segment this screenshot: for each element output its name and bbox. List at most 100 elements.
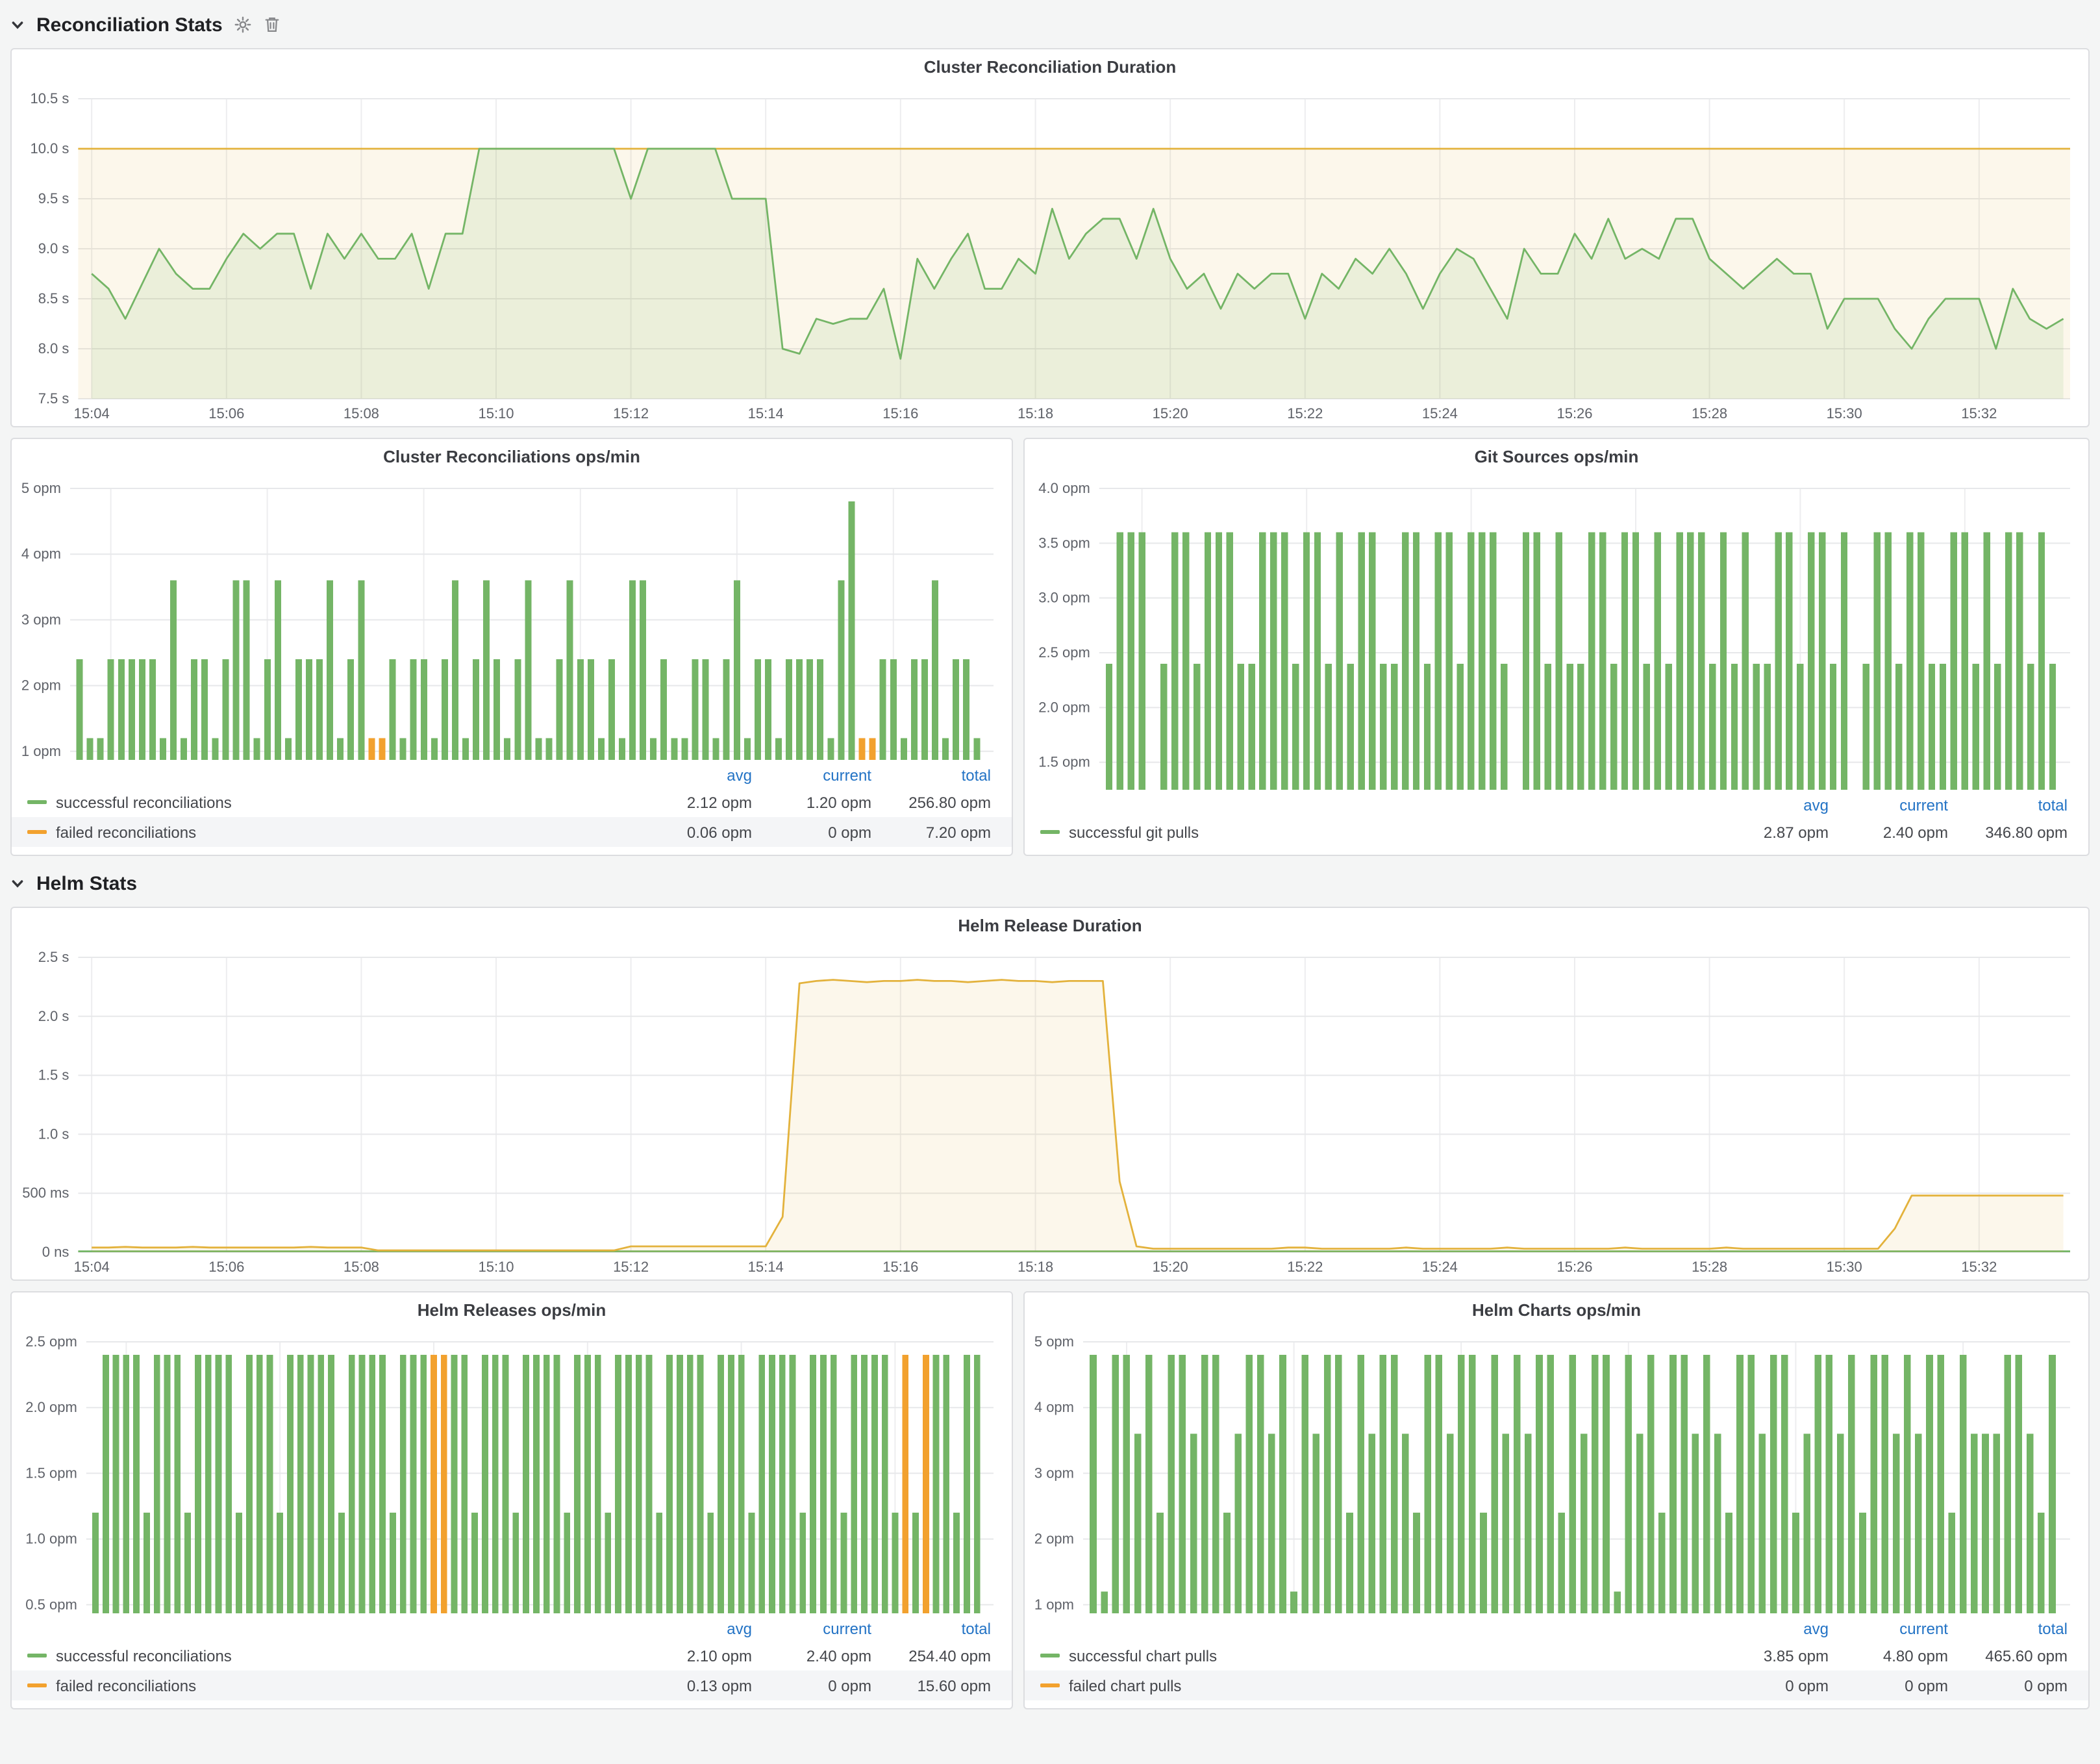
series-color-swatch [27,800,47,804]
trash-icon[interactable] [264,16,281,34]
svg-text:15:20: 15:20 [1153,1259,1188,1275]
legend-row: successful chart pulls 3.85 opm4.80 opm46… [1025,1641,2088,1670]
svg-text:4.0 opm: 4.0 opm [1038,480,1090,496]
legend-sort-current[interactable]: current [752,1619,871,1637]
svg-text:5 opm: 5 opm [21,480,61,496]
chart-cluster-reconciliations-opm[interactable]: 15:0515:1015:1515:2015:2515:300 opm1 opm… [12,475,1012,760]
series-name[interactable]: successful reconciliations [56,793,232,811]
series-name[interactable]: successful git pulls [1069,823,1199,841]
svg-text:1 opm: 1 opm [21,743,61,759]
svg-text:0 ns: 0 ns [42,1244,69,1260]
legend-current-value: 4.80 opm [1829,1646,1948,1665]
svg-text:15:28: 15:28 [1692,405,1727,422]
series-name[interactable]: successful reconciliations [56,1646,232,1665]
svg-text:1.0 s: 1.0 s [38,1126,69,1142]
legend-header: avgcurrenttotal [1025,792,2088,817]
legend-total-value: 254.40 opm [871,1646,991,1665]
series-name[interactable]: failed reconciliations [56,823,196,841]
row-header-helm-stats: Helm Stats [10,866,2090,900]
svg-text:2.5 opm: 2.5 opm [1038,644,1090,661]
svg-text:2 opm: 2 opm [21,677,61,694]
panel-helm-releases-opm: Helm Releases ops/min 15:0515:1015:1515:… [10,1291,1013,1709]
svg-text:15:22: 15:22 [1287,405,1323,422]
svg-text:2.0 opm: 2.0 opm [1038,699,1090,715]
svg-text:3.0 opm: 3.0 opm [1038,590,1090,606]
svg-text:2.0 s: 2.0 s [38,1008,69,1024]
chevron-down-icon[interactable] [10,18,25,32]
svg-text:15:08: 15:08 [344,1259,379,1275]
svg-text:5 opm: 5 opm [1034,1333,1074,1350]
legend-sort-avg[interactable]: avg [632,1619,752,1637]
legend-sort-avg[interactable]: avg [1709,796,1829,814]
svg-text:15:26: 15:26 [1556,405,1592,422]
legend-sort-avg[interactable]: avg [632,766,752,784]
legend-total-value: 465.60 opm [1948,1646,2068,1665]
svg-text:2.5 s: 2.5 s [38,949,69,965]
svg-text:15:10: 15:10 [478,405,514,422]
panel-title-git-sources-opm[interactable]: Git Sources ops/min [1025,439,2088,475]
series-name[interactable]: successful chart pulls [1069,1646,1217,1665]
svg-text:15:08: 15:08 [344,405,379,422]
legend-current-value: 2.40 opm [1829,823,1948,841]
legend-sort-avg[interactable]: avg [1709,1619,1829,1637]
legend-sort-total[interactable]: total [871,766,991,784]
svg-text:1.5 opm: 1.5 opm [1038,754,1090,770]
panel-title-helm-charts-opm[interactable]: Helm Charts ops/min [1025,1292,2088,1329]
chart-helm-releases-opm[interactable]: 15:0515:1015:1515:2015:2515:300 opm0.5 o… [12,1329,1012,1613]
panel-title-helm-release-duration[interactable]: Helm Release Duration [12,908,2088,944]
series-color-swatch [27,830,47,834]
legend-helm-releases: avgcurrenttotal successful reconciliation… [12,1613,1012,1708]
legend-sort-current[interactable]: current [1829,796,1948,814]
legend-row: failed reconciliations0.06 opm0 opm7.20 … [12,817,1012,847]
chevron-down-icon[interactable] [10,876,25,890]
row-title-helm-stats[interactable]: Helm Stats [36,872,137,894]
series-color-swatch [1040,1654,1060,1657]
series-name[interactable]: failed chart pulls [1069,1676,1181,1695]
svg-text:2.5 opm: 2.5 opm [25,1333,77,1350]
legend-sort-total[interactable]: total [871,1619,991,1637]
chart-cluster-reconciliation-duration[interactable]: 15:0415:0615:0815:1015:1215:1415:1615:18… [12,86,2088,426]
panel-row-helm: Helm Releases ops/min 15:0515:1015:1515:… [10,1291,2090,1709]
svg-text:15:12: 15:12 [613,1259,649,1275]
chart-helm-charts-opm[interactable]: 15:0515:1015:1515:2015:2515:300 opm1 opm… [1025,1329,2088,1613]
legend-avg-value: 0.13 opm [632,1676,752,1695]
series-name[interactable]: failed reconciliations [56,1676,196,1695]
svg-text:15:18: 15:18 [1018,405,1053,422]
chart-git-sources-opm[interactable]: 15:0515:1015:1515:2015:2515:301.0 opm1.5… [1025,475,2088,790]
svg-text:10.5 s: 10.5 s [30,90,69,107]
legend-header: avgcurrenttotal [12,762,1012,787]
legend-avg-value: 0.06 opm [632,823,752,841]
svg-text:4 opm: 4 opm [21,546,61,562]
legend-header: avgcurrenttotal [1025,1616,2088,1641]
svg-text:15:30: 15:30 [1827,405,1862,422]
legend-current-value: 0 opm [752,823,871,841]
legend-total-value: 256.80 opm [871,793,991,811]
svg-text:15:24: 15:24 [1422,1259,1458,1275]
svg-text:3 opm: 3 opm [1034,1465,1074,1481]
svg-text:15:14: 15:14 [748,1259,784,1275]
svg-text:1.0 opm: 1.0 opm [25,1531,77,1547]
legend-total-value: 15.60 opm [871,1676,991,1695]
legend-header: avgcurrenttotal [12,1616,1012,1641]
chart-helm-release-duration[interactable]: 15:0415:0615:0815:1015:1215:1415:1615:18… [12,944,2088,1279]
panel-title-cluster-reconciliation-duration[interactable]: Cluster Reconciliation Duration [12,49,2088,86]
series-color-swatch [1040,830,1060,834]
legend-sort-current[interactable]: current [1829,1619,1948,1637]
panel-title-helm-releases-opm[interactable]: Helm Releases ops/min [12,1292,1012,1329]
panel-title-cluster-reconciliations-opm[interactable]: Cluster Reconciliations ops/min [12,439,1012,475]
legend-sort-total[interactable]: total [1948,796,2068,814]
legend-git-sources: avgcurrenttotalsuccessful git pulls2.87 … [1025,790,2088,855]
legend-sort-total[interactable]: total [1948,1619,2068,1637]
legend-avg-value: 3.85 opm [1709,1646,1829,1665]
legend-current-value: 0 opm [1829,1676,1948,1695]
svg-text:15:24: 15:24 [1422,405,1458,422]
svg-text:15:14: 15:14 [748,405,784,422]
panel-row-reconciliation: Cluster Reconciliations ops/min 15:0515:… [10,438,2090,856]
row-title-reconciliation-stats[interactable]: Reconciliation Stats [36,14,223,36]
svg-text:15:10: 15:10 [478,1259,514,1275]
series-color-swatch [1040,1683,1060,1687]
svg-text:4 opm: 4 opm [1034,1399,1074,1415]
svg-text:15:16: 15:16 [882,405,918,422]
legend-sort-current[interactable]: current [752,766,871,784]
gear-icon[interactable] [234,16,253,34]
